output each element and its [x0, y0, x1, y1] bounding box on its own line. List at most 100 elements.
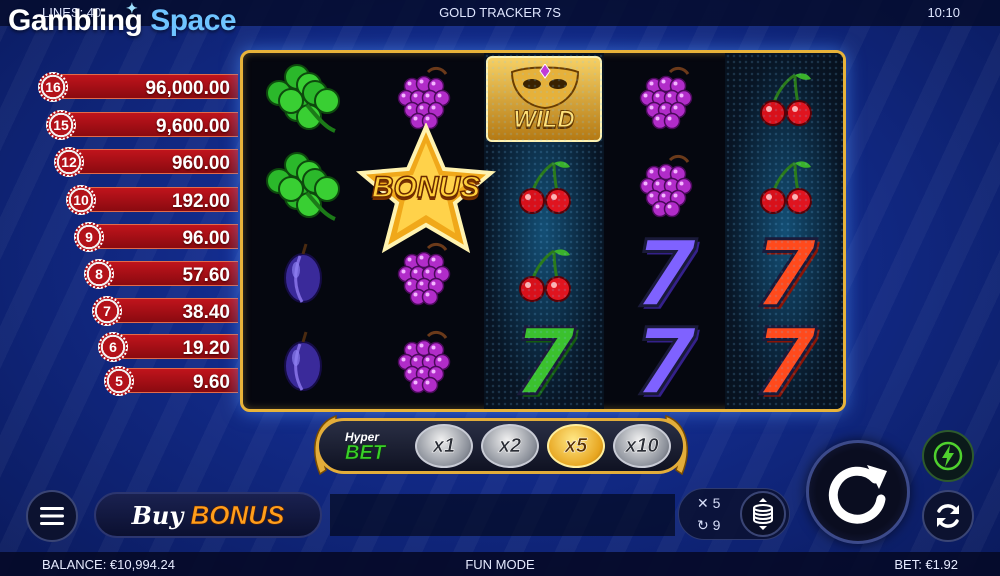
paytable-row: 96,000.00 16 [38, 72, 238, 102]
plum-icon [278, 242, 328, 308]
autoplay-icon [937, 504, 959, 528]
paytable-bar: 38.40 [102, 298, 238, 323]
paytable-value: 960.00 [171, 153, 230, 174]
bet-level-button[interactable] [740, 491, 786, 537]
menu-icon [40, 507, 64, 525]
red-seven-icon: 7 [751, 221, 818, 328]
paytable-bar: 96,000.00 [48, 74, 238, 99]
reel-symbol-clover [243, 143, 363, 231]
purple-seven-icon: 7 [631, 221, 698, 328]
brand-word-2: Space [150, 4, 237, 37]
reel-symbol-seven-purple: 7 [605, 309, 725, 412]
paytable-bar: 192.00 [76, 187, 238, 212]
paytable-count-chip: 10 [66, 185, 96, 215]
paytable-row: 192.00 10 [66, 185, 238, 215]
paytable-row: 19.20 6 [98, 332, 238, 362]
grapes-icon [630, 64, 700, 134]
paytable-count-chip: 8 [84, 259, 114, 289]
paytable-row: 38.40 7 [92, 296, 238, 326]
reel-symbol-cherries [725, 55, 843, 143]
auto-spins-value: 9 [712, 517, 721, 533]
hyper-bet-label: Hyper BET [345, 431, 386, 464]
turbo-button[interactable] [922, 430, 974, 482]
buy-bonus-word-bonus: BONUS [190, 500, 285, 531]
clover-icon [263, 149, 343, 225]
bottom-bar: BALANCE: €10,994.24 FUN MODE BET: €1.92 [0, 552, 1000, 576]
hyper-label-bottom: BET [345, 442, 386, 464]
multiplier-button[interactable]: x5 [547, 424, 605, 468]
mode-display: FUN MODE [465, 557, 535, 572]
clock: 10:10 [927, 5, 960, 20]
reel-column: 77 [725, 53, 843, 412]
paytable-count-chip: 12 [54, 147, 84, 177]
paytable-bar: 96.00 [84, 224, 238, 249]
cherries-icon [755, 157, 815, 217]
paytable-value: 57.60 [182, 265, 230, 286]
reel-symbol-seven-red: 7 [725, 221, 843, 328]
reel-symbol-grapes [605, 55, 725, 143]
reel-symbol-plum [243, 319, 363, 407]
paytable-bar: 960.00 [64, 149, 238, 174]
auto-multiplier-value: 5 [712, 495, 721, 511]
message-field [330, 494, 675, 536]
reel-column: 77 [605, 53, 725, 409]
paytable-row: 96.00 9 [74, 222, 238, 252]
reel-symbol-grapes [605, 143, 725, 231]
coin-stack-icon [753, 498, 773, 530]
paytable-row: 960.00 12 [54, 147, 238, 177]
buy-bonus-word-buy: Buy [131, 501, 184, 530]
grapes-icon [630, 152, 700, 222]
multiplier-button[interactable]: x1 [415, 424, 473, 468]
hyper-bet-bar: Hyper BET x1 x2 x5 x10 [316, 418, 686, 474]
reel-symbol-seven-green: 7 [484, 309, 604, 412]
paytable-value: 9,600.00 [156, 116, 230, 137]
brand-logo: Gambling Space ✦ [8, 0, 237, 38]
paytable-row: 57.60 8 [84, 259, 238, 289]
reel-symbol-cherries [725, 143, 843, 231]
buy-bonus-button[interactable]: Buy BONUS [94, 492, 322, 538]
autoplay-button[interactable] [922, 490, 974, 542]
red-seven-icon: 7 [751, 309, 818, 412]
bonus-label: BONUS [371, 170, 481, 205]
paytable-count-chip: 5 [104, 366, 134, 396]
reel-symbol-seven-red: 7 [725, 309, 843, 412]
reel-symbol-plum [243, 231, 363, 319]
brand-word-1: Gambling [8, 4, 143, 37]
paytable-value: 9.60 [193, 372, 230, 393]
clover-icon [263, 61, 343, 137]
paytable-count-chip: 15 [46, 110, 76, 140]
paytable-value: 96,000.00 [145, 78, 230, 99]
spin-arrow-icon [828, 465, 887, 524]
green-seven-icon: 7 [510, 309, 577, 412]
reel-column [243, 53, 363, 409]
paytable-count-chip: 7 [92, 296, 122, 326]
reel-symbol-seven-purple: 7 [605, 221, 725, 328]
bonus-symbol: BONUS [351, 121, 511, 254]
paytable-row: 9.60 5 [104, 366, 238, 396]
paytable-row: 9,600.00 15 [46, 110, 238, 140]
paytable-count-chip: 6 [98, 332, 128, 362]
multiplier-button[interactable]: x2 [481, 424, 539, 468]
menu-button[interactable] [26, 490, 78, 542]
reel-symbol-grapes [363, 319, 483, 407]
paytable-value: 96.00 [182, 228, 230, 249]
multiplier-button[interactable]: x10 [613, 424, 671, 468]
bet-display: BET: €1.92 [894, 557, 958, 572]
lightning-icon [933, 441, 963, 471]
paytable-value: 38.40 [182, 302, 230, 323]
auto-multiplier-row: ✕ 5 [697, 495, 720, 512]
mask-icon [510, 64, 580, 110]
multiply-icon: ✕ [697, 495, 709, 511]
sparkle-icon: ✦ [126, 0, 138, 16]
paytable-count-chip: 16 [38, 72, 68, 102]
spin-button[interactable] [806, 440, 910, 544]
purple-seven-icon: 7 [631, 309, 698, 412]
paytable-count-chip: 9 [74, 222, 104, 252]
cherries-icon [514, 157, 574, 217]
reel-symbol-clover [243, 55, 363, 143]
grapes-icon [388, 328, 458, 398]
paytable-value: 19.20 [182, 338, 230, 359]
paytable-bar: 57.60 [94, 261, 238, 286]
cherries-icon [755, 69, 815, 129]
cherries-icon [514, 245, 574, 305]
